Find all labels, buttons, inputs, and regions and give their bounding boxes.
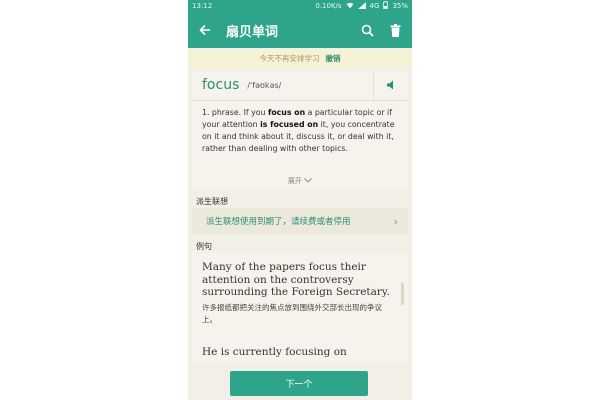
wifi-icon [346, 2, 354, 11]
examples-list[interactable]: Many of the papers focus their attention… [192, 253, 408, 363]
notice-bar: 今天不再安排学习 撤销 [188, 49, 412, 68]
search-icon [361, 24, 374, 37]
page-title: 扇贝单词 [226, 24, 279, 40]
network-speed: 0.10K/s [315, 2, 342, 10]
headword: focus [202, 77, 240, 93]
derivatives-heading: 派生联想 [196, 197, 228, 206]
phone-screen: 13:12 0.10K/s 4G 35% 扇贝单词 今天不再安排学习 撤销 fo… [188, 0, 412, 400]
status-bar: 13:12 0.10K/s 4G 35% [188, 0, 412, 12]
chevron-right-icon: › [393, 214, 398, 228]
expand-label: 展开 [287, 177, 302, 185]
trash-icon [390, 23, 400, 37]
definition-text: 1. phrase. If you focus on a particular … [202, 108, 395, 153]
search-button[interactable] [358, 21, 376, 39]
delete-button[interactable] [386, 21, 404, 39]
example-sentence: Many of the papers focus their attention… [202, 261, 390, 298]
example-sentence: He is currently focusing on [202, 345, 347, 358]
derivatives-message: 派生联想使用到期了，请续费或者停用 [206, 217, 351, 227]
undo-link[interactable]: 撤销 [326, 53, 341, 64]
pronounce-button[interactable] [373, 70, 408, 100]
word-header: focus /ˈfəʊkəs/ [192, 70, 408, 101]
chevron-down-icon [304, 178, 312, 183]
derivatives-renew-row[interactable]: 派生联想使用到期了，请续费或者停用 › [192, 208, 408, 234]
battery-level: 35% [392, 2, 408, 10]
scrollbar[interactable] [401, 283, 404, 305]
status-time: 13:12 [192, 2, 213, 10]
back-button[interactable] [196, 21, 214, 39]
notice-text: 今天不再安排学习 [259, 54, 320, 63]
example-translation: 许多报纸都把关注的焦点放到围绕外交部长出现的争议上。 [202, 302, 382, 324]
phonetic: /ˈfəʊkəs/ [247, 80, 282, 90]
app-bar: 扇贝单词 [188, 12, 412, 48]
battery-icon [383, 1, 389, 11]
speaker-icon [387, 80, 393, 90]
examples-heading: 例句 [196, 242, 212, 251]
back-arrow-icon [199, 24, 210, 36]
signal-type: 4G [369, 2, 380, 10]
status-right: 0.10K/s 4G 35% [315, 1, 408, 11]
next-button[interactable]: 下一个 [230, 371, 368, 396]
signal-icon [357, 1, 366, 11]
definition-card: focus /ˈfəʊkəs/ 1. phrase. If you focus … [192, 70, 408, 188]
expand-toggle[interactable]: 展开 [192, 176, 408, 186]
